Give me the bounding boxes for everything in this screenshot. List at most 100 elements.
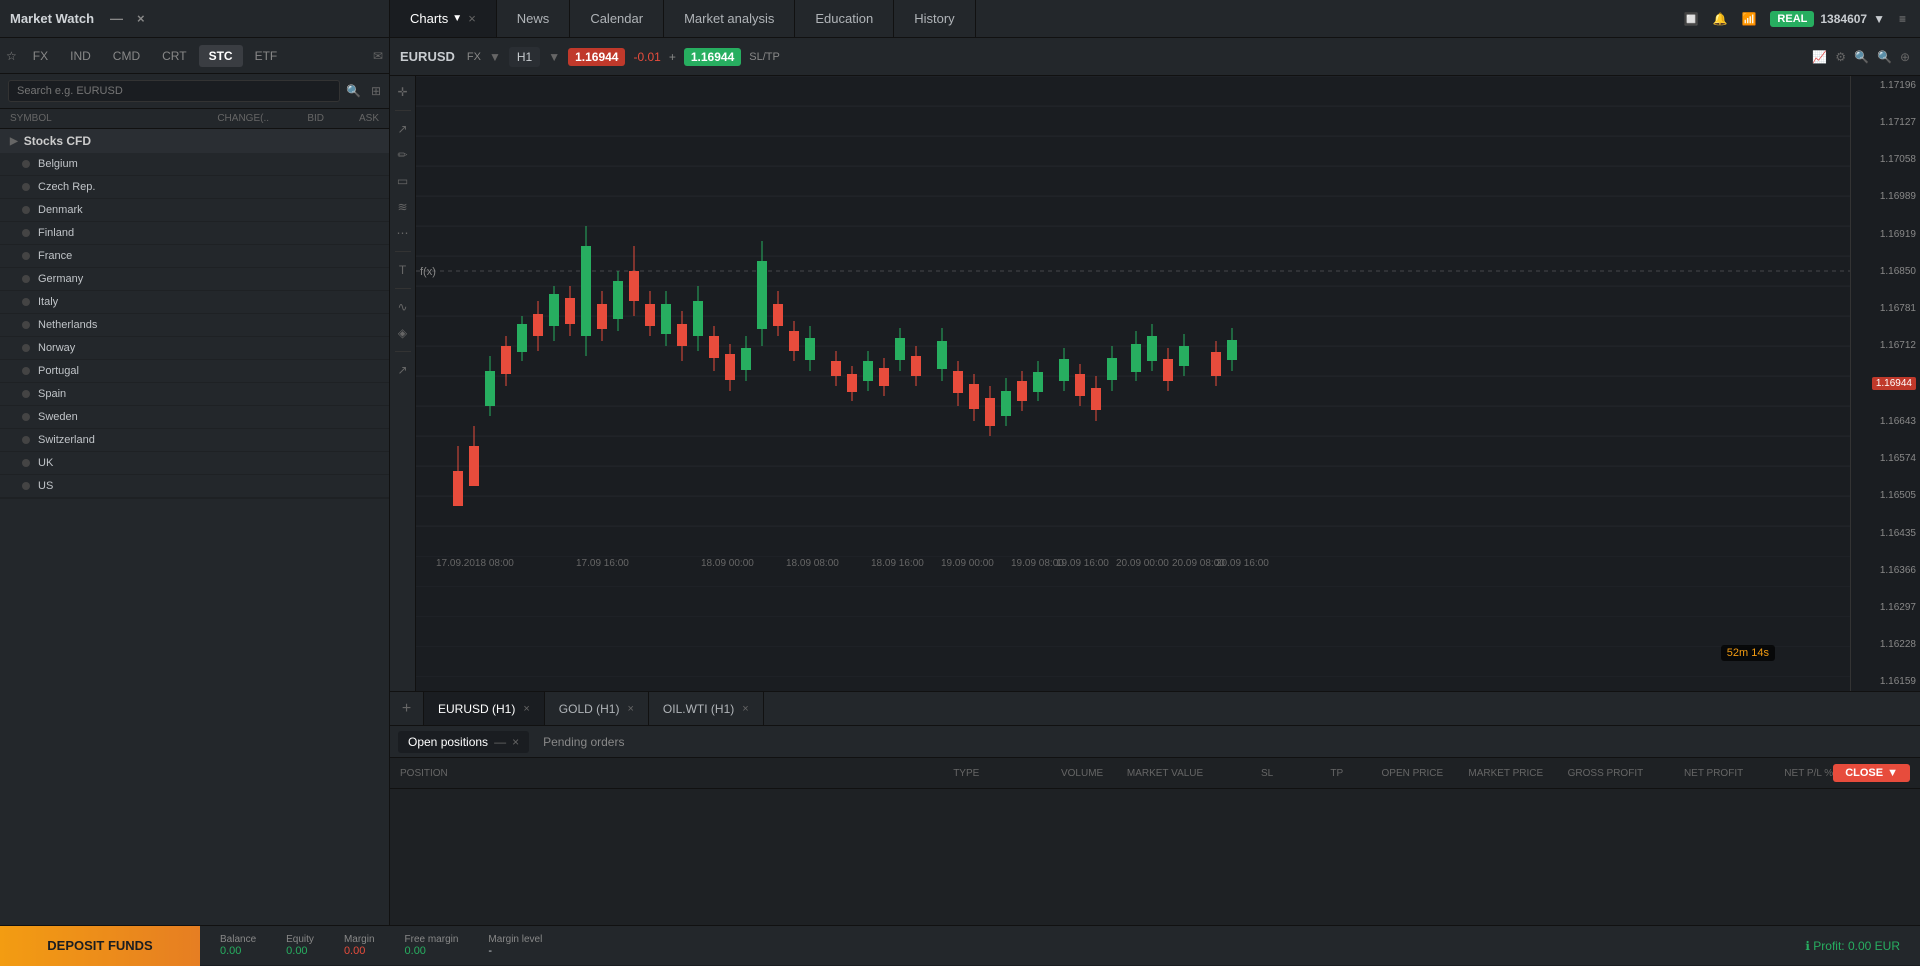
asset-tab-cmd[interactable]: CMD	[103, 45, 150, 67]
tab-history[interactable]: History	[894, 0, 975, 37]
list-item[interactable]: Norway	[0, 337, 389, 360]
symbol-dot	[22, 252, 30, 260]
symbol-dot	[22, 321, 30, 329]
alerts-icon[interactable]: 🔔	[1713, 12, 1728, 26]
column-open-price: OPEN PRICE	[1343, 768, 1443, 779]
list-item[interactable]: Spain	[0, 383, 389, 406]
list-item[interactable]: Sweden	[0, 406, 389, 429]
share-tool[interactable]: ↗	[393, 360, 413, 380]
list-item[interactable]: Denmark	[0, 199, 389, 222]
asset-tab-fx[interactable]: FX	[23, 45, 58, 67]
list-item[interactable]: Belgium	[0, 153, 389, 176]
positions-minimize-icon[interactable]: —	[494, 735, 506, 749]
fib-tool[interactable]: ⋯	[393, 223, 413, 243]
timeframe-dropdown-arrow[interactable]: ▼	[548, 50, 560, 64]
text-tool[interactable]: T	[393, 260, 413, 280]
close-dropdown-arrow[interactable]: ▼	[1887, 767, 1898, 779]
list-item[interactable]: US	[0, 475, 389, 498]
zoom-out-icon[interactable]: 🔍	[1854, 50, 1869, 64]
search-icon[interactable]: 🔍	[346, 84, 361, 98]
close-icon[interactable]: ×	[137, 11, 145, 26]
list-item[interactable]: Italy	[0, 291, 389, 314]
column-net-profit: NET PROFIT	[1643, 768, 1743, 779]
account-info[interactable]: REAL 1384607 ▼	[1770, 11, 1885, 27]
list-item[interactable]: Finland	[0, 222, 389, 245]
arrow-tool[interactable]: ↗	[393, 119, 413, 139]
list-item[interactable]: Switzerland	[0, 429, 389, 452]
tab-open-positions[interactable]: Open positions — ×	[398, 731, 529, 753]
minimize-icon[interactable]: —	[110, 11, 123, 26]
draw-tool[interactable]: ✏	[393, 145, 413, 165]
column-market-price: MARKET PRICE	[1443, 768, 1543, 779]
list-item[interactable]: UK	[0, 452, 389, 475]
tab-news[interactable]: News	[497, 0, 571, 37]
add-chart-tab-button[interactable]: +	[390, 692, 424, 725]
channel-tool[interactable]: ≋	[393, 197, 413, 217]
tab-pending-orders[interactable]: Pending orders	[533, 731, 634, 753]
asset-tab-stc[interactable]: STC	[199, 45, 243, 67]
asset-tab-etf[interactable]: ETF	[245, 45, 288, 67]
timeframe-button[interactable]: H1	[509, 47, 540, 67]
objects-tool[interactable]: ◈	[393, 323, 413, 343]
favorites-star-icon[interactable]: ☆	[6, 49, 17, 63]
envelope-icon[interactable]: ✉	[373, 49, 383, 63]
grid-view-icon[interactable]: ⊞	[371, 84, 381, 98]
charts-close-icon[interactable]: ×	[468, 11, 476, 26]
column-sl: SL	[1203, 768, 1273, 779]
tab-market-analysis[interactable]: Market analysis	[664, 0, 795, 37]
market-watch-label: Market Watch	[10, 11, 94, 26]
tool-separator-2	[395, 251, 411, 252]
asset-tab-ind[interactable]: IND	[60, 45, 101, 67]
price-change-label: -0.01	[633, 50, 660, 64]
chart-tab-eurusd[interactable]: EURUSD (H1) ×	[424, 692, 545, 725]
close-gold-tab[interactable]: ×	[627, 703, 633, 715]
close-eurusd-tab[interactable]: ×	[523, 703, 529, 715]
bid-price-badge: 1.16944	[568, 48, 625, 66]
indicator-icon[interactable]: 📈	[1812, 50, 1827, 64]
list-item[interactable]: France	[0, 245, 389, 268]
wifi-icon: 📶	[1741, 12, 1756, 26]
price-level: 1.16159	[1855, 676, 1916, 687]
group-header-stocks-cfd[interactable]: ▶ Stocks CFD	[0, 129, 389, 153]
candlestick-chart[interactable]: f(x)	[416, 76, 1850, 691]
equity-label: Equity	[286, 934, 314, 945]
positions-close-icon[interactable]: ×	[512, 735, 519, 749]
list-item[interactable]: Portugal	[0, 360, 389, 383]
asset-tab-crt[interactable]: CRT	[152, 45, 196, 67]
close-all-positions-button[interactable]: CLOSE ▼	[1833, 764, 1910, 782]
chart-tabs: + EURUSD (H1) × GOLD (H1) × OIL.WTI (H1)…	[390, 691, 1920, 725]
list-item[interactable]: Netherlands	[0, 314, 389, 337]
chart-tab-gold[interactable]: GOLD (H1) ×	[545, 692, 649, 725]
list-item[interactable]: Czech Rep.	[0, 176, 389, 199]
crosshair-tool[interactable]: ✛	[393, 82, 413, 102]
menu-icon[interactable]: ≡	[1899, 12, 1906, 26]
market-watch-win-controls[interactable]: — ×	[110, 11, 153, 26]
balance-value: 0.00	[220, 945, 241, 957]
column-net-pl: NET P/L %	[1743, 768, 1833, 779]
free-margin-label: Free margin	[405, 934, 459, 945]
price-level: 1.16505	[1855, 490, 1916, 501]
svg-text:17.09.2018 08:00: 17.09.2018 08:00	[436, 558, 514, 569]
chart-tab-oilwti[interactable]: OIL.WTI (H1) ×	[649, 692, 764, 725]
rect-tool[interactable]: ▭	[393, 171, 413, 191]
tab-education[interactable]: Education	[795, 0, 894, 37]
notifications-icon[interactable]: 🔲	[1684, 12, 1699, 26]
price-level: 1.16919	[1855, 229, 1916, 240]
indicators-tool[interactable]: ∿	[393, 297, 413, 317]
chart-settings-icon[interactable]: ⚙	[1835, 50, 1846, 64]
deposit-funds-button[interactable]: DEPOSIT FUNDS	[0, 926, 200, 966]
fullscreen-icon[interactable]: ⊕	[1900, 50, 1910, 64]
pair-dropdown-arrow[interactable]: ▼	[489, 50, 501, 64]
symbol-name: Germany	[38, 273, 379, 285]
close-oilwti-tab[interactable]: ×	[742, 703, 748, 715]
search-input[interactable]	[8, 80, 340, 102]
tab-charts[interactable]: Charts ▼ ×	[390, 0, 497, 37]
column-symbol: SYMBOL	[10, 113, 189, 124]
list-item[interactable]: Germany	[0, 268, 389, 291]
symbol-dot	[22, 298, 30, 306]
account-dropdown-arrow[interactable]: ▼	[1873, 12, 1885, 26]
zoom-in-icon[interactable]: 🔍	[1877, 50, 1892, 64]
svg-text:f(x): f(x)	[420, 266, 436, 278]
tab-calendar[interactable]: Calendar	[570, 0, 664, 37]
svg-text:18.09 16:00: 18.09 16:00	[871, 558, 924, 569]
